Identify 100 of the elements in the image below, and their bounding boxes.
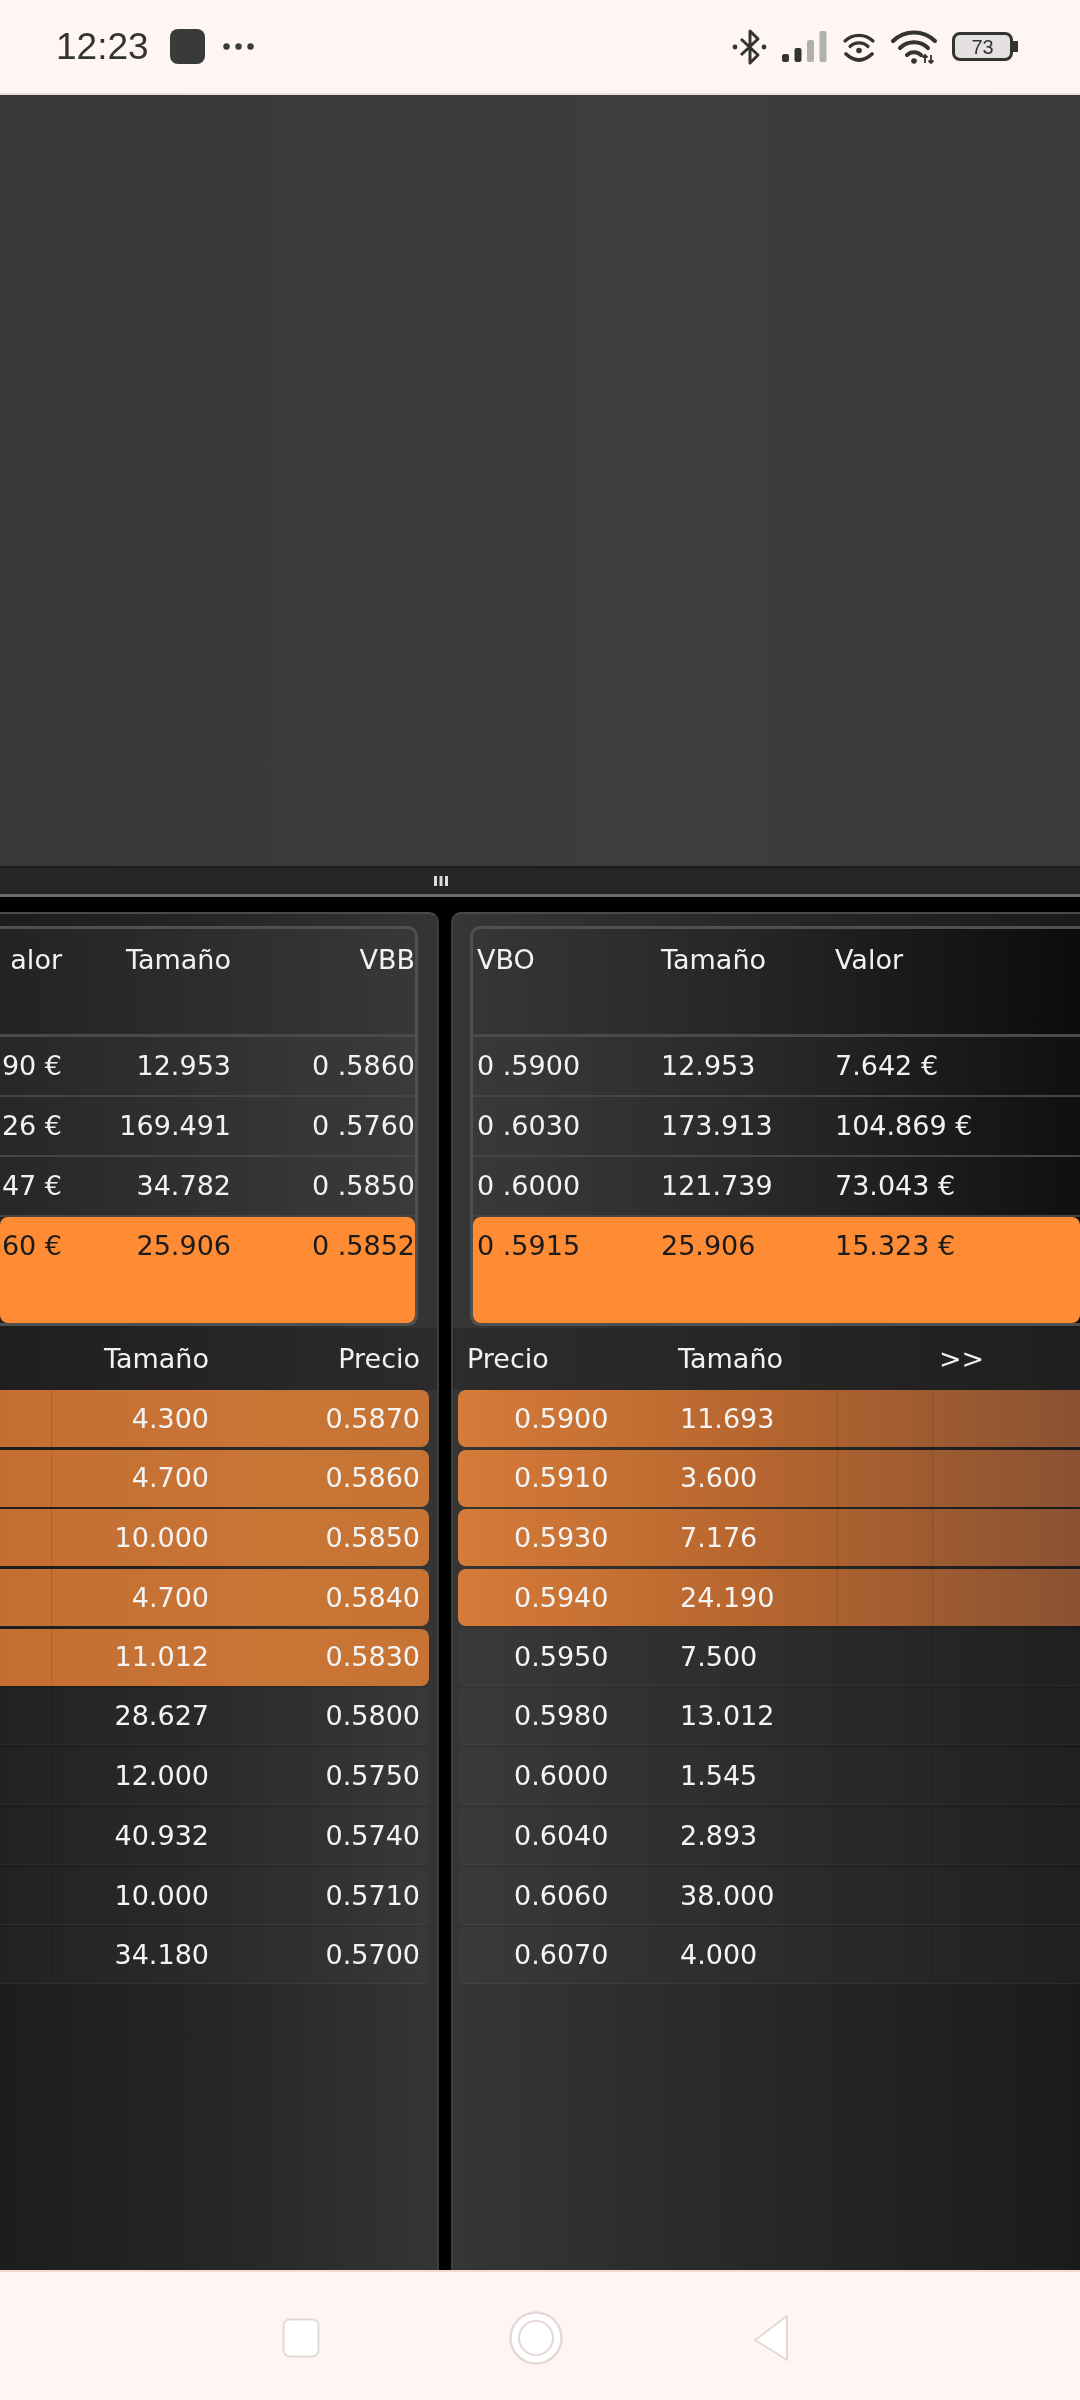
column-header: Tamaño — [661, 944, 768, 976]
table-cell-text: 0.6040 — [513, 1819, 610, 1852]
table-cell-text: 10.000 — [113, 1521, 209, 1554]
table-row[interactable]: 40.932 0.5740 — [0, 1807, 429, 1865]
table-row[interactable]: 10.000 0.5710 — [0, 1867, 429, 1925]
table-cell-text: 0.6060 — [513, 1879, 610, 1912]
table-cell-text: 34.180 — [113, 1939, 209, 1972]
table-row[interactable]: 28.627 0.5800 — [0, 1688, 429, 1746]
table-cell-text: 0.5870 — [324, 1402, 420, 1435]
table-cell-text: 4.000 — [680, 1939, 759, 1972]
grip-icon[interactable] — [434, 876, 448, 886]
table-row[interactable]: 0.5930 7.176 — [458, 1509, 1080, 1567]
column-header: VBO — [477, 944, 536, 976]
column-header: Valor — [835, 944, 905, 976]
table-cell-text: 0 .6000 — [477, 1170, 582, 1202]
table-cell-text: 7.642 € — [835, 1050, 940, 1082]
table-cell-text: 13.012 — [680, 1700, 776, 1733]
table-cell: 90 € — [0, 1050, 62, 1082]
table-cell-text: 0.6000 — [513, 1760, 610, 1793]
table-cell-text: 0 .5850 — [310, 1170, 415, 1202]
table-row[interactable]: 34.180 0.5700 — [0, 1927, 429, 1985]
table-cell-text: 11.012 — [113, 1641, 209, 1674]
table-cell-text: 3.600 — [680, 1462, 759, 1495]
table-cell-text: 0 .5900 — [477, 1050, 582, 1082]
table-cell-text: 2.893 — [680, 1819, 759, 1852]
table-cell-text: 12.000 — [113, 1760, 209, 1793]
table-cell-text: 0.5940 — [513, 1581, 610, 1614]
table-row[interactable]: 90 € 12.953 0 .5860 — [0, 1037, 415, 1097]
table-cell-text: 0.5900 — [513, 1402, 610, 1435]
table-cell-text: 0.5980 — [513, 1700, 610, 1733]
table-cell: 60 € — [0, 1230, 62, 1262]
table-cell-text: 0.6070 — [513, 1939, 610, 1972]
table-row[interactable]: 0.5950 7.500 — [458, 1628, 1080, 1686]
column-header: VBB — [358, 944, 415, 976]
table-cell-text: 0 .5915 — [477, 1230, 582, 1262]
table-cell-text: 38.000 — [680, 1879, 776, 1912]
table-cell-text: 7.500 — [680, 1640, 759, 1673]
table-cell-text: 12.953 — [135, 1050, 231, 1082]
table-row[interactable]: 12.000 0.5750 — [0, 1748, 429, 1806]
table-cell-text: 104.869 € — [835, 1110, 974, 1142]
scroll-columns-button[interactable]: >> — [939, 1343, 985, 1375]
table-cell-text: 10.000 — [113, 1879, 209, 1912]
recent-apps-icon[interactable] — [282, 2318, 320, 2358]
table-row[interactable]: 0.6060 38.000 — [458, 1867, 1080, 1925]
table-row[interactable]: 47 € 34.782 0 .5850 — [0, 1157, 415, 1217]
table-cell-text: 7.176 — [680, 1521, 759, 1554]
battery-percent: 73 — [971, 35, 994, 58]
table-cell-text: 4.700 — [130, 1581, 209, 1614]
table-row[interactable]: 0.5940 24.190 — [458, 1569, 1080, 1627]
table-cell-text: 1.545 — [680, 1760, 759, 1793]
home-icon[interactable] — [508, 2310, 564, 2366]
column-header: Precio — [337, 1343, 420, 1375]
table-row[interactable]: 0 .6000 121.739 73.043 € — [473, 1157, 1080, 1217]
table-cell: 26 € — [0, 1110, 62, 1142]
table-cell-text: 169.491 — [118, 1110, 231, 1142]
table-row[interactable]: 0.6070 4.000 — [458, 1927, 1080, 1985]
table-cell-text: 0 .5860 — [310, 1050, 415, 1082]
table-cell-text: 4.700 — [130, 1462, 209, 1495]
table-cell-text: 0 .5852 — [310, 1230, 415, 1262]
table-cell-text: 173.913 — [661, 1110, 774, 1142]
table-row[interactable]: 60 € 25.906 0 .5852 — [0, 1217, 415, 1323]
table-row[interactable]: 0.6000 1.545 — [458, 1748, 1080, 1806]
table-cell-text: 4.300 — [130, 1402, 209, 1435]
table-cell-text: 0.5910 — [513, 1462, 610, 1495]
table-cell-text: 0.5800 — [324, 1700, 420, 1733]
table-cell-text: 0.5750 — [324, 1760, 420, 1793]
table-cell-text: 25.906 — [661, 1230, 757, 1262]
table-row[interactable]: 26 € 169.491 0 .5760 — [0, 1097, 415, 1157]
table-row[interactable]: 0 .6030 173.913 104.869 € — [473, 1097, 1080, 1157]
column-header: Tamaño — [102, 1343, 209, 1375]
table-cell-text: 0.5740 — [324, 1819, 420, 1852]
table-cell-text: 24.190 — [680, 1581, 776, 1614]
table-cell-text: 0.5860 — [324, 1462, 420, 1495]
column-header: Precio — [467, 1343, 550, 1375]
table-cell-text: 0 .5760 — [310, 1110, 415, 1142]
column-header: Tamaño — [678, 1343, 785, 1375]
table-cell-text: 121.739 — [661, 1170, 774, 1202]
column-header: Tamaño — [124, 944, 231, 976]
back-icon[interactable] — [752, 2314, 790, 2362]
more-dots-icon — [222, 43, 254, 50]
table-cell-text: 0.5710 — [324, 1879, 420, 1912]
table-cell-text: 12.953 — [661, 1050, 757, 1082]
table-cell-text: 25.906 — [135, 1230, 231, 1262]
table-row[interactable]: 0.5900 11.693 — [458, 1390, 1080, 1447]
table-row[interactable]: 0 .5900 12.953 7.642 € — [473, 1037, 1080, 1097]
bluetooth-icon — [732, 27, 767, 66]
table-row[interactable]: 0.6040 2.893 — [458, 1807, 1080, 1865]
table-row[interactable]: 0.5980 13.012 — [458, 1688, 1080, 1746]
table-cell-text: 0.5930 — [513, 1521, 610, 1554]
table-row[interactable]: 0 .5915 25.906 15.323 € — [473, 1217, 1080, 1323]
table-cell-text: 0.5850 — [324, 1521, 420, 1554]
table-row[interactable]: 0.5910 3.600 — [458, 1449, 1080, 1507]
table-cell-text: 11.693 — [680, 1402, 776, 1435]
table-cell-text: 0.5950 — [513, 1640, 610, 1673]
table-cell-text: 34.782 — [135, 1170, 231, 1202]
table-cell-text: 0.5840 — [324, 1581, 420, 1614]
wifi-icon — [890, 29, 938, 64]
table-cell-text: 0.5700 — [324, 1939, 420, 1972]
column-header: alor — [9, 944, 62, 976]
app-icon — [169, 29, 205, 64]
